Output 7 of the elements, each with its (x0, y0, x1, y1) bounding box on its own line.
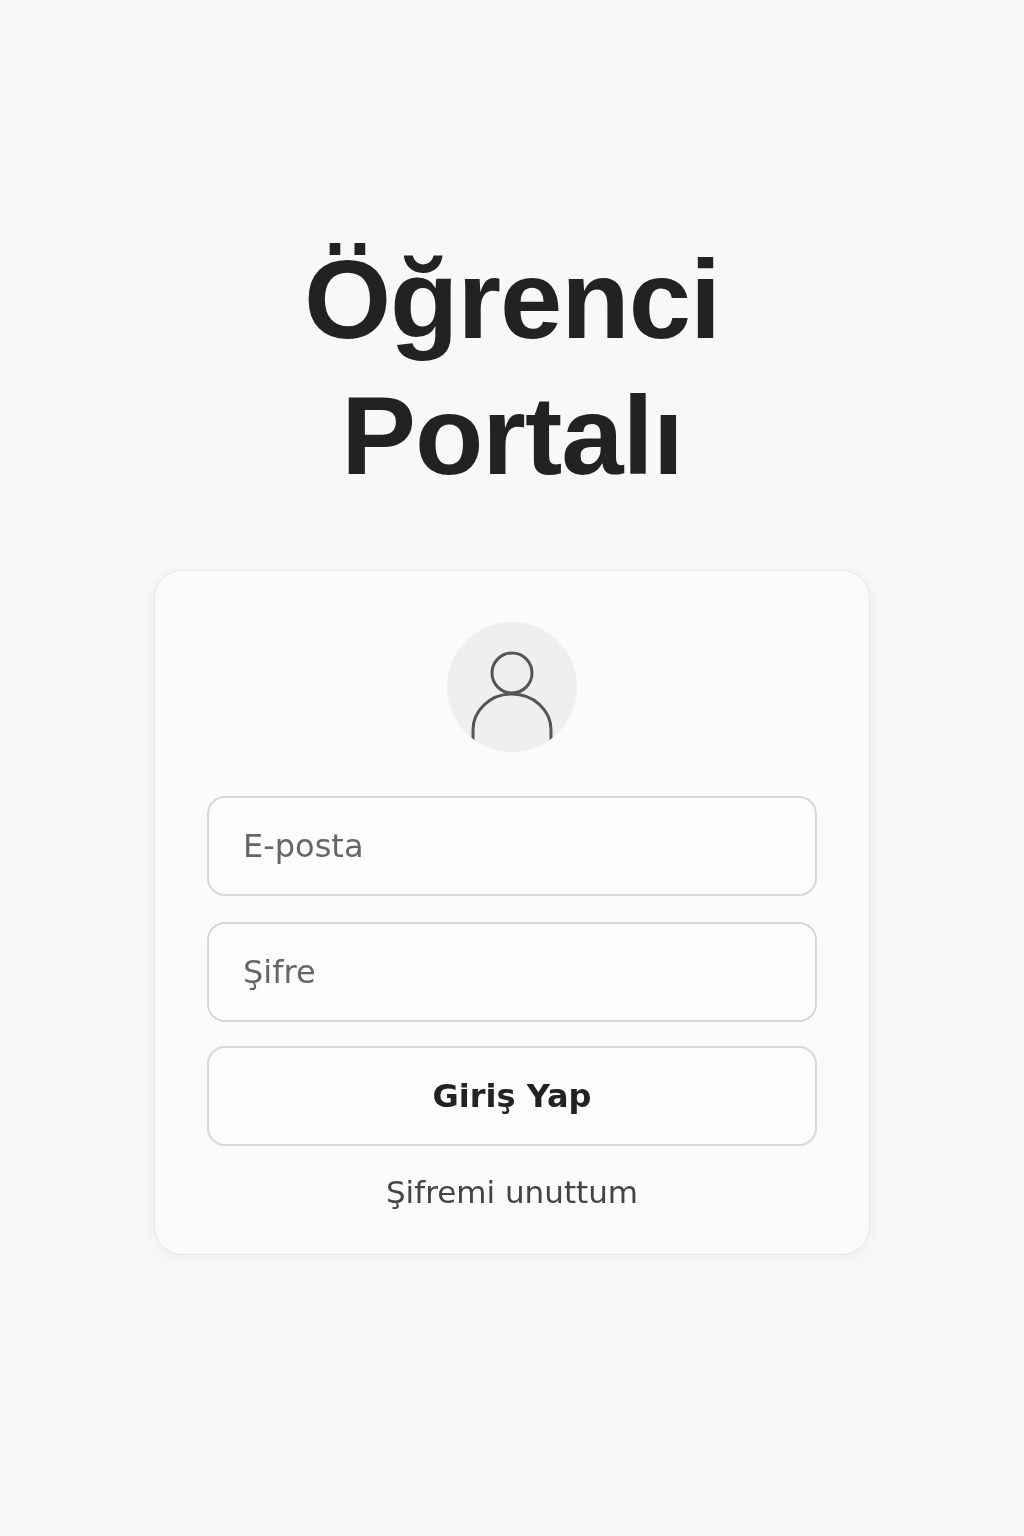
input-field[interactable]: E-posta (207, 796, 817, 896)
forgot-password-link[interactable]: Şifremi unuttum (385, 1174, 639, 1210)
page-title: Portalı (341, 372, 683, 500)
page-title: Öğrenci (303, 236, 721, 364)
login-button[interactable]: Giriş Yap (207, 1046, 817, 1146)
input-field[interactable]: Şifre (207, 922, 817, 1022)
user-icon (471, 650, 553, 742)
